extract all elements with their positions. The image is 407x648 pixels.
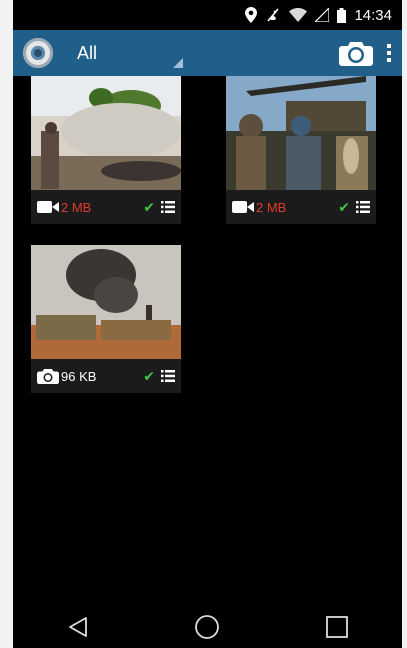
- media-card-bar: 2 MB ✔: [31, 190, 181, 224]
- album-title: All: [77, 42, 98, 63]
- media-card-bar: 2 MB ✔: [226, 190, 376, 224]
- list-icon[interactable]: [161, 370, 175, 382]
- camera-icon[interactable]: [336, 33, 376, 73]
- media-thumbnail: [226, 76, 376, 190]
- media-size: 96 KB: [61, 368, 97, 384]
- signal-icon: [315, 8, 330, 22]
- status-time: 14:34: [354, 6, 392, 24]
- check-icon: ✔: [338, 198, 350, 215]
- check-icon: ✔: [143, 367, 155, 384]
- mute-icon: [265, 7, 281, 23]
- video-icon: [37, 201, 59, 213]
- media-size: 2 MB: [61, 199, 92, 215]
- phone-screen: 14:34 All 2 MB ✔ 2 MB ✔ 96 KB ✔: [13, 0, 402, 648]
- app-logo-icon[interactable]: [23, 38, 53, 68]
- list-icon[interactable]: [356, 201, 370, 213]
- media-card[interactable]: 96 KB ✔: [31, 245, 181, 393]
- media-card[interactable]: 2 MB ✔: [31, 76, 181, 224]
- media-thumbnail: [31, 245, 181, 359]
- album-spinner[interactable]: All: [77, 30, 185, 76]
- media-card-bar: 96 KB ✔: [31, 359, 181, 393]
- status-bar: 14:34: [13, 0, 402, 30]
- battery-icon: [337, 7, 347, 23]
- media-size: 2 MB: [256, 199, 287, 215]
- location-icon: [245, 7, 258, 23]
- check-icon: ✔: [143, 198, 155, 215]
- navigation-bar: [13, 605, 402, 648]
- photo-camera-icon: [37, 368, 59, 384]
- recents-icon[interactable]: [317, 607, 357, 647]
- overflow-menu-icon[interactable]: [376, 33, 402, 73]
- app-bar: All: [13, 30, 402, 76]
- spinner-arrow-icon: [173, 58, 183, 68]
- video-icon: [232, 201, 254, 213]
- back-icon[interactable]: [58, 607, 98, 647]
- media-card[interactable]: 2 MB ✔: [226, 76, 376, 224]
- media-thumbnail: [31, 76, 181, 190]
- home-icon[interactable]: [187, 607, 227, 647]
- wifi-icon: [289, 8, 308, 22]
- list-icon[interactable]: [161, 201, 175, 213]
